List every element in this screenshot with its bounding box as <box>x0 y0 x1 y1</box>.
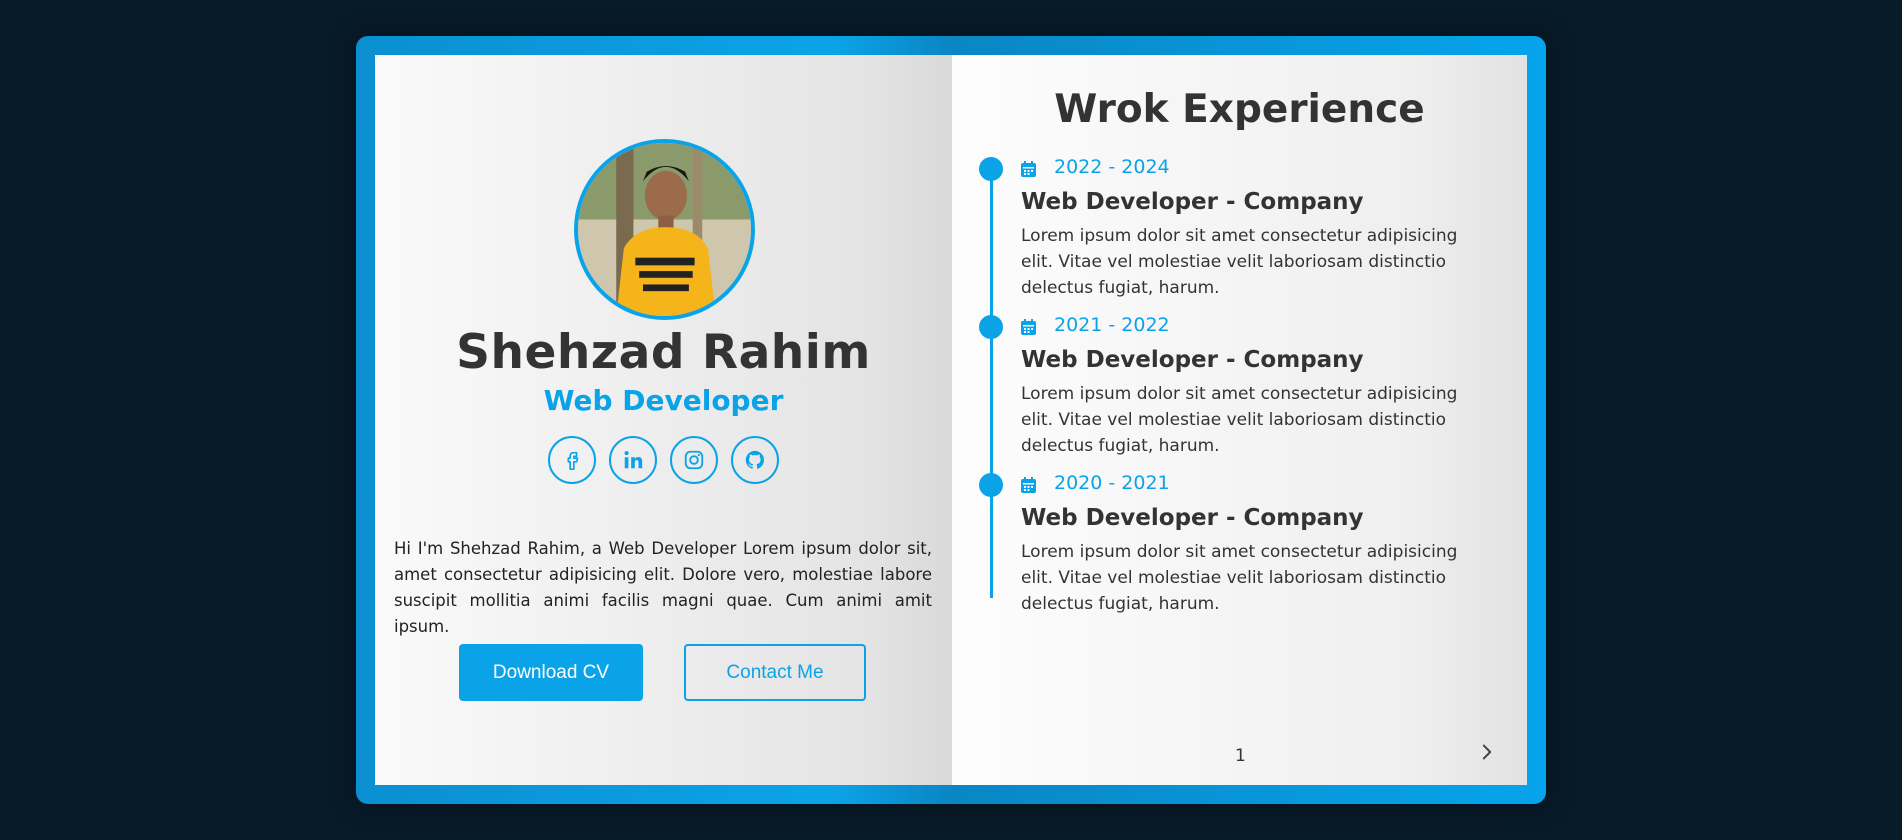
profile-name: Shehzad Rahim <box>456 325 871 380</box>
experience-job: Web Developer - Company <box>1021 347 1364 373</box>
experience-date: 2022 - 2024 <box>1054 156 1170 178</box>
experience-date: 2020 - 2021 <box>1054 472 1170 494</box>
calendar-icon <box>1021 161 1036 177</box>
profile-role: Web Developer <box>543 384 784 417</box>
chevron-right-icon <box>1482 744 1492 760</box>
profile-page: Shehzad Rahim Web Developer Hi I'm Shehz… <box>375 55 952 785</box>
avatar <box>574 139 755 320</box>
experience-job: Web Developer - Company <box>1021 189 1364 215</box>
book-container: Shehzad Rahim Web Developer Hi I'm Shehz… <box>356 36 1546 804</box>
experience-desc: Lorem ipsum dolor sit amet consectetur a… <box>1021 226 1458 298</box>
timeline-dot <box>979 157 1003 181</box>
experience-desc: Lorem ipsum dolor sit amet consectetur a… <box>1021 542 1458 614</box>
experience-title: Wrok Experience <box>1054 87 1425 132</box>
page-number: 1 <box>1235 746 1246 766</box>
instagram-link[interactable] <box>670 436 718 484</box>
contact-me-button[interactable]: Contact Me <box>684 644 866 701</box>
experience-desc: Lorem ipsum dolor sit amet consectetur a… <box>1021 384 1458 456</box>
next-page-button[interactable] <box>1477 741 1497 763</box>
profile-bio: Hi I'm Shehzad Rahim, a Web Developer Lo… <box>394 539 932 636</box>
experience-job: Web Developer - Company <box>1021 505 1364 531</box>
social-links <box>375 436 952 484</box>
profile-photo <box>578 143 751 316</box>
github-link[interactable] <box>731 436 779 484</box>
calendar-icon <box>1021 477 1036 493</box>
timeline-line <box>990 157 993 598</box>
experience-page: Wrok Experience 2022 - 2024 Web Develope… <box>952 55 1527 785</box>
download-cv-button[interactable]: Download CV <box>459 644 643 701</box>
linkedin-link[interactable] <box>609 436 657 484</box>
github-icon <box>745 450 764 469</box>
facebook-link[interactable] <box>548 436 596 484</box>
timeline-dot <box>979 315 1003 339</box>
linkedin-icon <box>624 451 643 469</box>
calendar-icon <box>1021 319 1036 335</box>
timeline-dot <box>979 473 1003 497</box>
experience-date: 2021 - 2022 <box>1054 314 1170 336</box>
facebook-icon <box>567 451 579 470</box>
instagram-icon <box>684 450 704 470</box>
